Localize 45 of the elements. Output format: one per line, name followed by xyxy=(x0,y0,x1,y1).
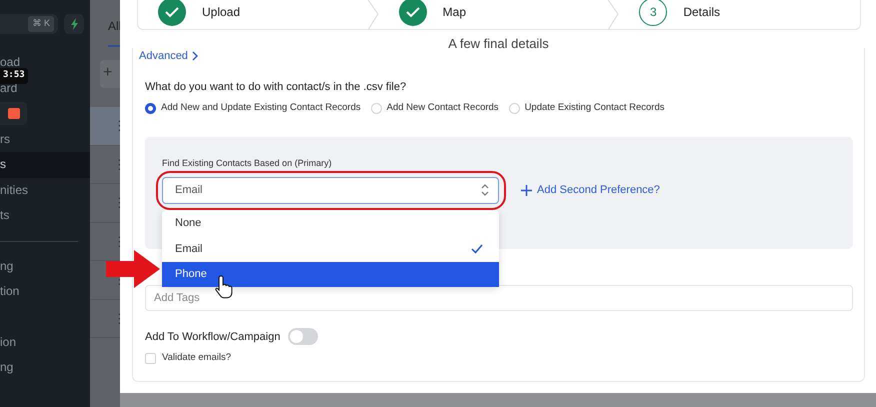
sidebar-item[interactable]: ts xyxy=(0,209,10,222)
advanced-link[interactable]: Advanced xyxy=(139,48,199,64)
timestamp: 3:53 xyxy=(0,68,28,84)
sidebar-item[interactable]: oad xyxy=(0,56,20,70)
dropdown-option[interactable]: Phone xyxy=(162,262,499,288)
question-text: What do you want to do with contact/s in the .csv file? xyxy=(145,80,408,94)
bolt-icon xyxy=(70,18,78,30)
check-icon xyxy=(471,244,483,254)
validate-checkbox[interactable]: Validate emails? xyxy=(145,351,853,366)
sidebar-item[interactable]: s xyxy=(0,158,6,172)
updown-icon xyxy=(481,184,489,196)
step-number: 3 xyxy=(639,0,668,26)
shortcut-key: ⌘ K xyxy=(28,16,54,32)
search-field[interactable]: ⌘ K xyxy=(0,14,58,34)
toggle-switch[interactable] xyxy=(288,328,318,346)
dropdown-option[interactable]: None xyxy=(162,210,499,236)
step-label: Map xyxy=(442,4,466,20)
select-field[interactable]: Email xyxy=(162,176,499,204)
sidebar-item[interactable]: ng xyxy=(0,260,14,273)
arrow-icon xyxy=(106,250,160,288)
radio-option[interactable]: Add New Contact Records xyxy=(370,101,499,116)
hand-cursor-icon xyxy=(215,275,235,300)
radio-option[interactable]: Update Existing Contact Records xyxy=(508,101,664,116)
chevron-icon xyxy=(192,51,199,62)
sidebar-item[interactable]: rs xyxy=(0,132,10,146)
select-value: Email xyxy=(175,183,203,198)
plus-icon xyxy=(521,184,532,196)
sidebar-item[interactable]: nities xyxy=(0,184,28,197)
step-label: Upload xyxy=(202,4,240,20)
row-menu-icon[interactable]: ⋮ xyxy=(113,116,120,136)
dialog-title: A few final details xyxy=(447,35,550,48)
square-icon xyxy=(8,108,20,120)
radio-option[interactable]: Add New and Update Existing Contact Records xyxy=(145,101,361,116)
dropdown-option[interactable]: Email xyxy=(162,236,499,262)
tags-field[interactable]: Add Tags xyxy=(145,285,853,312)
sidebar-item[interactable]: ng xyxy=(0,361,14,374)
bolt-button[interactable] xyxy=(64,14,84,34)
add-preference-link[interactable]: Add Second Preference? xyxy=(521,182,660,198)
field-label: Find Existing Contacts Based on (Primary) xyxy=(162,157,333,170)
sidebar-item[interactable]: tion xyxy=(0,285,20,298)
toggle-label: Add To Workflow/Campaign xyxy=(145,330,280,344)
sidebar-item[interactable]: ion xyxy=(0,336,16,349)
step-label: Details xyxy=(683,4,720,20)
app-button[interactable] xyxy=(0,102,27,126)
sidebar-item[interactable]: ard xyxy=(0,82,18,95)
